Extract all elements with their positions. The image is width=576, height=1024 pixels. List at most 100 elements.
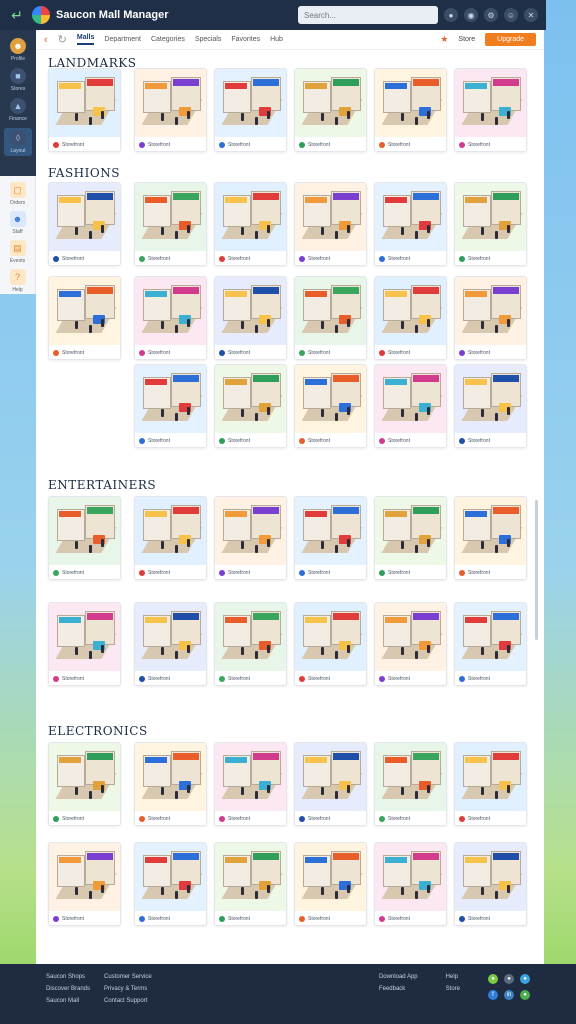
shopper-figure xyxy=(175,117,178,125)
close-icon[interactable]: ✕ xyxy=(524,8,538,22)
footer-link[interactable]: Feedback xyxy=(379,986,418,992)
feed-icon[interactable]: ● xyxy=(520,990,530,1000)
store-card[interactable]: Storefront xyxy=(454,68,527,152)
store-thumbnail xyxy=(455,743,526,811)
store-card[interactable]: Storefront xyxy=(214,182,287,266)
tab-department[interactable]: Department xyxy=(104,36,141,43)
tab-categories[interactable]: Categories xyxy=(151,36,185,43)
twitter-icon[interactable]: ● xyxy=(520,974,530,984)
store-card[interactable]: Storefront xyxy=(48,182,121,266)
store-card[interactable]: Storefront xyxy=(134,276,207,360)
store-card[interactable]: Storefront xyxy=(48,276,121,360)
sidebar-item-help[interactable]: ? Help xyxy=(4,269,32,293)
sidebar-item-finance[interactable]: ▲ Finance xyxy=(4,98,32,122)
tab-specials[interactable]: Specials xyxy=(195,36,221,43)
store-card[interactable]: Storefront xyxy=(374,68,447,152)
store-card[interactable]: Storefront xyxy=(294,602,367,686)
store-card[interactable]: Storefront xyxy=(48,842,121,926)
store-card[interactable]: Storefront xyxy=(454,364,527,448)
footer-link[interactable]: Contact Support xyxy=(104,998,152,1004)
store-thumbnail xyxy=(49,603,120,671)
footer-link[interactable]: Discover Brands xyxy=(46,986,90,992)
store-card[interactable]: Storefront xyxy=(374,602,447,686)
store-card[interactable]: Storefront xyxy=(48,496,121,580)
store-card[interactable]: Storefront xyxy=(374,276,447,360)
account-label[interactable]: Store xyxy=(458,36,475,43)
upgrade-button[interactable]: Upgrade xyxy=(485,33,536,46)
apple-icon[interactable]: ● xyxy=(504,974,514,984)
store-card[interactable]: Storefront xyxy=(374,182,447,266)
user-icon[interactable]: ☺ xyxy=(504,8,518,22)
store-card[interactable]: Storefront xyxy=(134,742,207,826)
store-card[interactable]: Storefront xyxy=(294,276,367,360)
store-card[interactable]: Storefront xyxy=(134,68,207,152)
facebook-icon[interactable]: f xyxy=(488,990,498,1000)
scrollbar[interactable] xyxy=(535,500,538,640)
back-arrow-icon[interactable]: ↵ xyxy=(8,6,26,24)
store-card[interactable]: Storefront xyxy=(454,276,527,360)
store-caption: Storefront xyxy=(375,671,446,685)
tab-hub[interactable]: Hub xyxy=(270,36,283,43)
footer-link[interactable]: Saucon Shops xyxy=(46,974,90,980)
store-card[interactable]: Storefront xyxy=(454,602,527,686)
store-card[interactable]: Storefront xyxy=(454,742,527,826)
store-caption: Storefront xyxy=(215,345,286,359)
store-card[interactable]: Storefront xyxy=(374,496,447,580)
tab-malls[interactable]: Malls xyxy=(76,34,95,45)
store-card[interactable]: Storefront xyxy=(214,364,287,448)
store-card[interactable]: Storefront xyxy=(214,842,287,926)
globe-icon[interactable]: ◉ xyxy=(464,8,478,22)
store-card[interactable]: Storefront xyxy=(374,842,447,926)
store-card[interactable]: Storefront xyxy=(214,742,287,826)
store-card[interactable]: Storefront xyxy=(48,742,121,826)
footer-link[interactable]: Store xyxy=(446,986,460,992)
footer-link[interactable]: Saucon Mall xyxy=(46,998,90,1004)
store-card[interactable]: Storefront xyxy=(134,842,207,926)
sidebar-item-profile[interactable]: ☻ Profile xyxy=(4,38,32,62)
store-card[interactable]: Storefront xyxy=(294,68,367,152)
store-card[interactable]: Storefront xyxy=(134,182,207,266)
store-card[interactable]: Storefront xyxy=(454,496,527,580)
bell-icon[interactable]: ● xyxy=(444,8,458,22)
refresh-icon[interactable]: ↻ xyxy=(58,33,67,46)
store-card[interactable]: Storefront xyxy=(214,602,287,686)
store-card[interactable]: Storefront xyxy=(48,68,121,152)
shopper-figure xyxy=(241,541,244,549)
sidebar-item-layout[interactable]: ◊ Layout xyxy=(4,128,32,156)
store-card[interactable]: Storefront xyxy=(134,602,207,686)
store-card[interactable]: Storefront xyxy=(294,742,367,826)
sidebar-item-staff[interactable]: ☻ Staff xyxy=(4,211,32,235)
shopper-figure xyxy=(187,539,190,547)
store-card[interactable]: Storefront xyxy=(48,602,121,686)
store-card[interactable]: Storefront xyxy=(214,68,287,152)
store-card[interactable]: Storefront xyxy=(294,842,367,926)
tab-favorites[interactable]: Favorites xyxy=(231,36,260,43)
store-card[interactable]: Storefront xyxy=(134,364,207,448)
store-card[interactable]: Storefront xyxy=(454,182,527,266)
android-icon[interactable]: ● xyxy=(488,974,498,984)
store-card[interactable]: Storefront xyxy=(134,496,207,580)
store-card[interactable]: Storefront xyxy=(374,364,447,448)
settings-icon[interactable]: ⚙ xyxy=(484,8,498,22)
store-card[interactable]: Storefront xyxy=(294,496,367,580)
chevron-left-icon[interactable]: ‹ xyxy=(44,34,48,46)
footer-link[interactable]: Customer Service xyxy=(104,974,152,980)
search-input[interactable] xyxy=(298,6,438,24)
store-card[interactable]: Storefront xyxy=(294,364,367,448)
sidebar-item-orders[interactable]: ▢ Orders xyxy=(4,182,32,206)
category-dot-icon xyxy=(299,256,305,262)
store-card[interactable]: Storefront xyxy=(374,742,447,826)
store-card[interactable]: Storefront xyxy=(454,842,527,926)
shopper-figure xyxy=(187,407,190,415)
notification-icon[interactable]: ★ xyxy=(440,34,448,45)
store-card[interactable]: Storefront xyxy=(294,182,367,266)
sidebar-item-events[interactable]: ▤ Events xyxy=(4,240,32,264)
footer-link[interactable]: Privacy & Terms xyxy=(104,986,152,992)
footer-link[interactable]: Download App xyxy=(379,974,418,980)
store-card[interactable]: Storefront xyxy=(214,276,287,360)
store-card[interactable]: Storefront xyxy=(214,496,287,580)
footer-link[interactable]: Help xyxy=(446,974,460,980)
linkedin-icon[interactable]: in xyxy=(504,990,514,1000)
category-dot-icon xyxy=(53,916,59,922)
sidebar-item-stores[interactable]: ■ Stores xyxy=(4,68,32,92)
